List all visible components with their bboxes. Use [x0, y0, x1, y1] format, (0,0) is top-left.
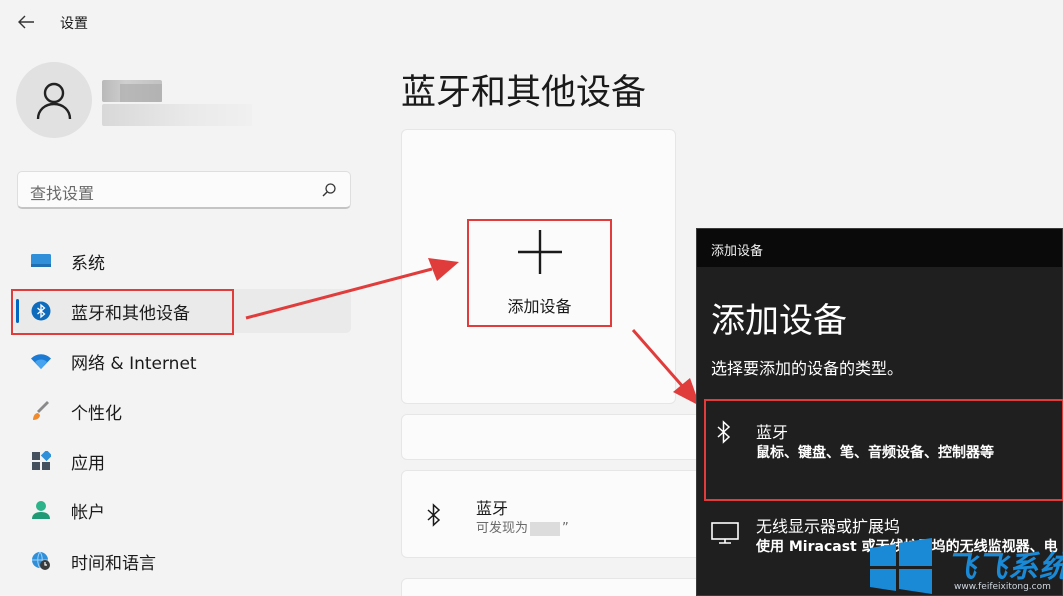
sidebar-item-label: 时间和语言: [71, 553, 156, 574]
bluetooth-icon: [427, 503, 441, 527]
sidebar-item-label: 网络 & Internet: [71, 353, 197, 374]
sidebar-item-network[interactable]: 网络 & Internet: [14, 341, 234, 381]
avatar[interactable]: [16, 62, 92, 138]
dialog-caption: 添加设备: [711, 244, 764, 259]
dialog-title-bar: 添加设备: [697, 229, 1062, 267]
watermark-text: 飞飞系统: [946, 550, 1063, 585]
dialog-subtitle: 选择要添加的设备的类型。: [711, 359, 904, 378]
bluetooth-card-title: 蓝牙: [476, 499, 509, 518]
add-device-label: 添加设备: [507, 297, 572, 316]
monitor-icon: [711, 522, 739, 544]
apps-icon: [32, 451, 51, 470]
bluetooth-icon: [717, 420, 731, 444]
user-name-redacted-overlay: [120, 84, 162, 102]
account-icon: [32, 501, 50, 519]
wifi-icon: [31, 354, 51, 369]
device-name-redacted: [530, 521, 561, 536]
option-description: 鼠标、键盘、笔、音频设备、控制器等: [756, 445, 994, 461]
option-bluetooth[interactable]: 蓝牙 鼠标、键盘、笔、音频设备、控制器等: [704, 399, 1063, 501]
settings-card-partial: [401, 578, 731, 596]
user-icon: [36, 82, 72, 120]
search-icon: [322, 183, 336, 197]
bluetooth-card-subtitle: 可发现为”: [476, 521, 569, 536]
windows-logo-icon: [870, 538, 932, 594]
back-arrow-icon: [18, 15, 34, 29]
system-icon: [31, 254, 51, 267]
watermark: 飞飞系统 www.feifeixitong.com: [862, 536, 1063, 596]
sidebar-item-apps[interactable]: 应用: [14, 441, 234, 481]
plus-icon: [518, 230, 562, 274]
sidebar-item-label: 个性化: [71, 403, 122, 424]
page-title: 蓝牙和其他设备: [401, 73, 647, 113]
search-input[interactable]: 查找设置: [17, 171, 351, 209]
sidebar-item-label: 应用: [71, 453, 105, 474]
option-title: 蓝牙: [756, 423, 789, 442]
title-bar: 设置: [0, 0, 400, 44]
brush-icon: [33, 401, 49, 420]
sidebar-item-time-language[interactable]: 时间和语言: [14, 541, 234, 581]
user-email-redacted: [102, 104, 252, 126]
bluetooth-toggle-card[interactable]: 蓝牙 可发现为”: [401, 470, 731, 558]
back-button[interactable]: [14, 10, 38, 34]
option-title: 无线显示器或扩展坞: [756, 517, 901, 536]
dialog-heading: 添加设备: [711, 301, 847, 341]
sidebar-item-accounts[interactable]: 帐户: [14, 490, 234, 530]
globe-clock-icon: [32, 551, 50, 570]
sidebar-item-label: 帐户: [71, 502, 105, 523]
add-device-button[interactable]: 添加设备: [467, 219, 612, 327]
app-title: 设置: [60, 16, 88, 32]
watermark-url: www.feifeixitong.com: [954, 582, 1051, 592]
search-placeholder: 查找设置: [30, 184, 95, 203]
sidebar-item-label: 系统: [71, 253, 105, 274]
bluetooth-nav-callout-box: [11, 289, 234, 335]
sidebar-item-system[interactable]: 系统: [14, 241, 234, 281]
sidebar-item-personalization[interactable]: 个性化: [14, 391, 234, 431]
settings-card-empty: [401, 414, 731, 460]
